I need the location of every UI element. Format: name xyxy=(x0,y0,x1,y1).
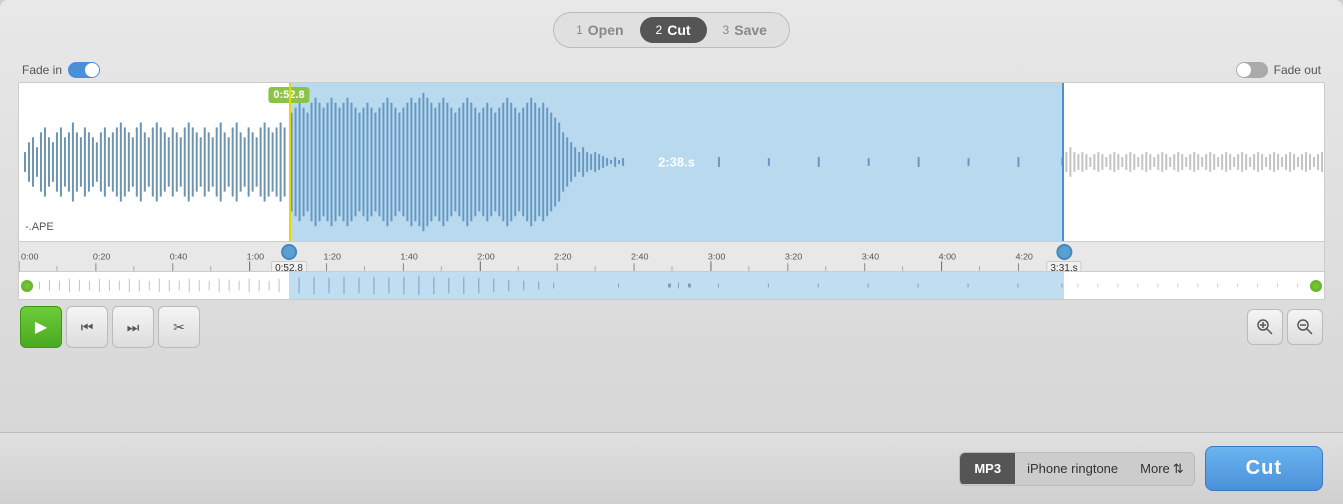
fade-out-label: Fade out xyxy=(1274,63,1321,77)
step-open-label: Open xyxy=(588,22,624,38)
zoom-out-icon xyxy=(1296,318,1314,336)
end-marker-handle[interactable] xyxy=(1056,244,1072,260)
fade-out-control: Fade out xyxy=(1236,62,1321,78)
step-cut[interactable]: 2 Cut xyxy=(640,17,707,43)
svg-text:2:00: 2:00 xyxy=(477,252,495,262)
fade-in-toggle[interactable] xyxy=(68,62,100,78)
svg-text:2:20: 2:20 xyxy=(554,252,572,262)
svg-text:3:00: 3:00 xyxy=(708,252,726,262)
play-icon: ▶ xyxy=(35,317,47,337)
mini-waveform-svg xyxy=(19,272,1324,299)
format-group: MP3 iPhone ringtone More ⇅ xyxy=(959,452,1194,486)
step-open-num: 1 xyxy=(576,23,583,37)
step-cut-num: 2 xyxy=(656,23,663,37)
svg-text:3:20: 3:20 xyxy=(785,252,803,262)
file-type-label: -.APE xyxy=(25,221,54,233)
timeline-ruler: 0:00 0:20 0:40 1:00 1:20 1:40 2:00 xyxy=(18,242,1325,272)
svg-text:4:20: 4:20 xyxy=(1015,252,1033,262)
svg-text:3:40: 3:40 xyxy=(862,252,880,262)
start-marker-time: 0:52.8 xyxy=(271,261,307,272)
svg-text:0:20: 0:20 xyxy=(93,252,111,262)
svg-text:1:40: 1:40 xyxy=(400,252,418,262)
step-open[interactable]: 1 Open xyxy=(560,17,639,43)
ruler-svg: 0:00 0:20 0:40 1:00 1:20 1:40 2:00 xyxy=(19,242,1324,271)
waveform-display[interactable]: 2:38.s 0:52.8 -.APE xyxy=(18,82,1325,242)
app-container: 1 Open 2 Cut 3 Save Fade in Fade out xyxy=(0,0,1343,504)
fade-controls: Fade in Fade out xyxy=(18,62,1325,78)
mp3-button[interactable]: MP3 xyxy=(960,453,1015,484)
step-save[interactable]: 3 Save xyxy=(707,17,783,43)
cut-action-button[interactable]: Cut xyxy=(1205,446,1323,491)
iphone-ringtone-button[interactable]: iPhone ringtone xyxy=(1015,453,1130,484)
skip-back-icon: ⏮ xyxy=(81,319,94,336)
step-save-label: Save xyxy=(734,22,767,38)
mini-waveform xyxy=(18,272,1325,300)
zoom-in-button[interactable] xyxy=(1247,309,1283,345)
zoom-out-button[interactable] xyxy=(1287,309,1323,345)
fade-out-toggle[interactable] xyxy=(1236,62,1268,78)
more-label: More xyxy=(1140,461,1170,476)
chevron-up-down-icon: ⇅ xyxy=(1173,461,1184,477)
fade-in-label: Fade in xyxy=(22,63,62,77)
controls-left: ▶ ⏮ ⏭ ✂ xyxy=(20,306,200,348)
scissors-icon: ✂ xyxy=(173,319,185,336)
transport-controls: ▶ ⏮ ⏭ ✂ xyxy=(18,300,1325,354)
skip-forward-button[interactable]: ⏭ xyxy=(112,306,154,348)
mini-dot-right xyxy=(1310,280,1322,292)
selected-region: 2:38.s xyxy=(289,83,1064,241)
stepper: 1 Open 2 Cut 3 Save xyxy=(553,12,790,48)
duration-label: 2:38.s xyxy=(658,155,695,170)
playhead-line xyxy=(289,83,291,241)
svg-text:1:00: 1:00 xyxy=(247,252,265,262)
cut-scissors-button[interactable]: ✂ xyxy=(158,306,200,348)
editor-area: Fade in Fade out xyxy=(0,62,1343,426)
bottom-bar: MP3 iPhone ringtone More ⇅ Cut xyxy=(0,432,1343,504)
more-button[interactable]: More ⇅ xyxy=(1130,453,1194,485)
svg-text:0:40: 0:40 xyxy=(170,252,188,262)
zoom-in-icon xyxy=(1256,318,1274,336)
start-marker-handle[interactable] xyxy=(281,244,297,260)
controls-right xyxy=(1247,309,1323,345)
skip-back-button[interactable]: ⏮ xyxy=(66,306,108,348)
end-marker-time: 3:31.s xyxy=(1046,261,1081,272)
step-save-num: 3 xyxy=(723,23,730,37)
svg-text:1:20: 1:20 xyxy=(324,252,342,262)
play-button[interactable]: ▶ xyxy=(20,306,62,348)
svg-text:2:40: 2:40 xyxy=(631,252,649,262)
step-cut-label: Cut xyxy=(667,22,690,38)
fade-in-control: Fade in xyxy=(22,62,100,78)
svg-text:0:00: 0:00 xyxy=(21,252,39,262)
svg-text:4:00: 4:00 xyxy=(939,252,957,262)
skip-forward-icon: ⏭ xyxy=(127,319,140,336)
